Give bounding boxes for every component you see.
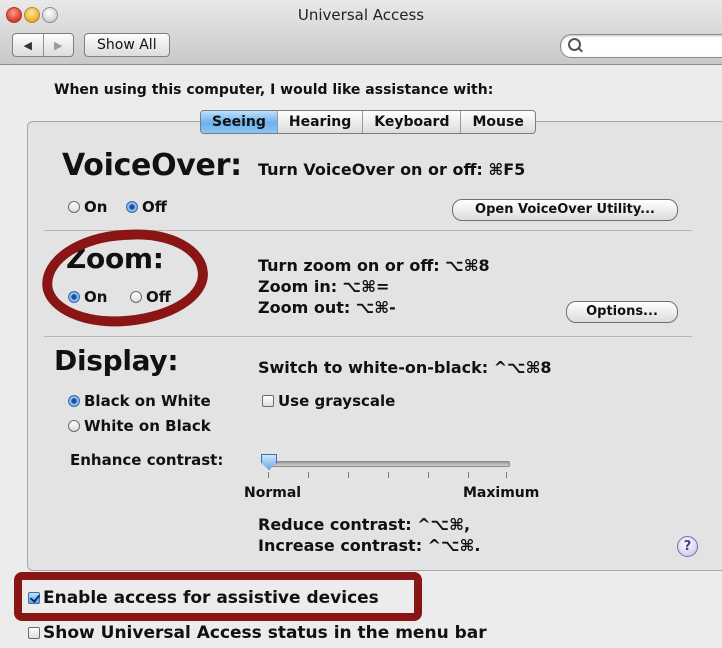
- radio-icon: [68, 420, 80, 432]
- checkbox-icon: [28, 627, 40, 639]
- back-arrow-icon[interactable]: ◀: [13, 34, 43, 56]
- voiceover-shortcut: Turn VoiceOver on or off: ⌘F5: [258, 160, 526, 179]
- white-on-black-label: White on Black: [84, 417, 211, 435]
- slider-tick: [506, 472, 507, 478]
- radio-selected-icon: [126, 201, 138, 213]
- use-grayscale-checkbox[interactable]: Use grayscale: [262, 392, 395, 410]
- help-icon[interactable]: ?: [677, 536, 698, 557]
- search-input[interactable]: [560, 34, 722, 58]
- display-shortcut: Switch to white-on-black: ^⌥⌘8: [258, 358, 552, 377]
- window-titlebar: Universal Access ◀ ▶ Show All: [0, 0, 722, 65]
- tab-hearing[interactable]: Hearing: [276, 111, 362, 133]
- tab-keyboard[interactable]: Keyboard: [362, 111, 460, 133]
- increase-contrast-shortcut: Increase contrast: ^⌥⌘.: [258, 536, 481, 555]
- menubar-status-checkbox[interactable]: Show Universal Access status in the menu…: [28, 623, 487, 643]
- radio-selected-icon: [68, 395, 80, 407]
- separator: [44, 336, 692, 337]
- contrast-min-label: Normal: [244, 485, 302, 501]
- white-on-black-radio[interactable]: White on Black: [68, 417, 211, 435]
- contrast-max-label: Maximum: [463, 485, 540, 501]
- slider-tick: [388, 472, 389, 478]
- enhance-contrast-label: Enhance contrast:: [70, 451, 224, 469]
- zoom-options-button[interactable]: Options...: [566, 301, 678, 323]
- show-all-button[interactable]: Show All: [84, 33, 170, 57]
- display-title: Display:: [54, 344, 179, 377]
- forward-arrow-icon[interactable]: ▶: [42, 34, 74, 56]
- voiceover-title: VoiceOver:: [62, 148, 242, 183]
- tab-seeing[interactable]: Seeing: [201, 111, 277, 133]
- slider-tick: [468, 472, 469, 478]
- slider-tick: [428, 472, 429, 478]
- voiceover-off-radio[interactable]: Off: [126, 198, 167, 216]
- radio-icon: [68, 201, 80, 213]
- reduce-contrast-shortcut: Reduce contrast: ^⌥⌘,: [258, 515, 471, 534]
- slider-tick: [268, 472, 269, 478]
- use-grayscale-label: Use grayscale: [278, 392, 396, 410]
- contrast-slider-track[interactable]: [266, 461, 510, 467]
- zoom-toggle-shortcut: Turn zoom on or off: ⌥⌘8: [258, 256, 490, 275]
- open-voiceover-utility-button[interactable]: Open VoiceOver Utility...: [452, 199, 678, 221]
- black-on-white-radio[interactable]: Black on White: [68, 392, 211, 410]
- slider-tick: [348, 472, 349, 478]
- search-icon: [568, 38, 581, 51]
- window-title: Universal Access: [297, 6, 425, 24]
- zoom-out-shortcut: Zoom out: ⌥⌘-: [258, 298, 396, 317]
- checkbox-icon: [262, 395, 274, 407]
- black-on-white-label: Black on White: [84, 392, 211, 410]
- voiceover-on-label: On: [84, 198, 108, 216]
- voiceover-off-label: Off: [142, 198, 167, 216]
- menubar-status-label: Show Universal Access status in the menu…: [43, 623, 487, 643]
- back-forward-control: ◀ ▶: [12, 33, 74, 57]
- voiceover-on-radio[interactable]: On: [68, 198, 107, 216]
- intro-text: When using this computer, I would like a…: [54, 82, 494, 98]
- zoom-in-shortcut: Zoom in: ⌥⌘=: [258, 277, 390, 296]
- tab-bar: Seeing Hearing Keyboard Mouse: [200, 110, 536, 134]
- tab-mouse[interactable]: Mouse: [460, 111, 534, 133]
- annotation-rectangle: [14, 572, 422, 621]
- slider-tick: [308, 472, 309, 478]
